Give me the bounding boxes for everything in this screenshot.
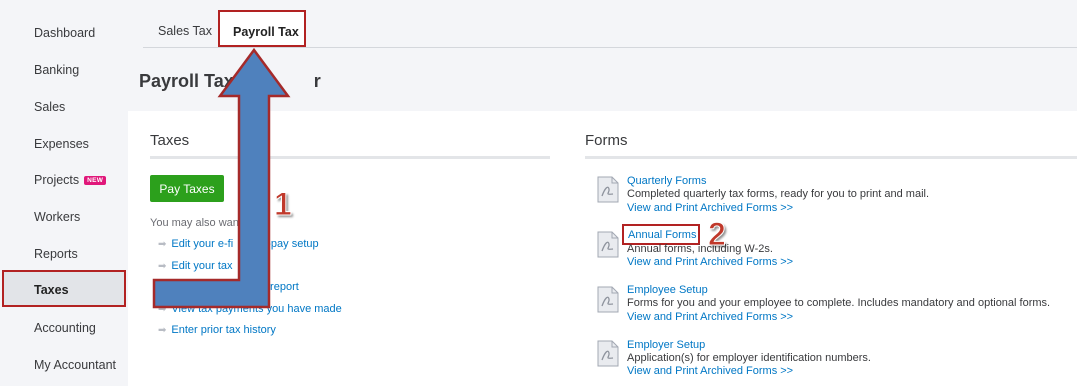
annotation-step-2: 2 — [708, 216, 727, 253]
annotation-step-1: 1 — [274, 186, 293, 223]
annotation-arrow — [152, 47, 291, 309]
